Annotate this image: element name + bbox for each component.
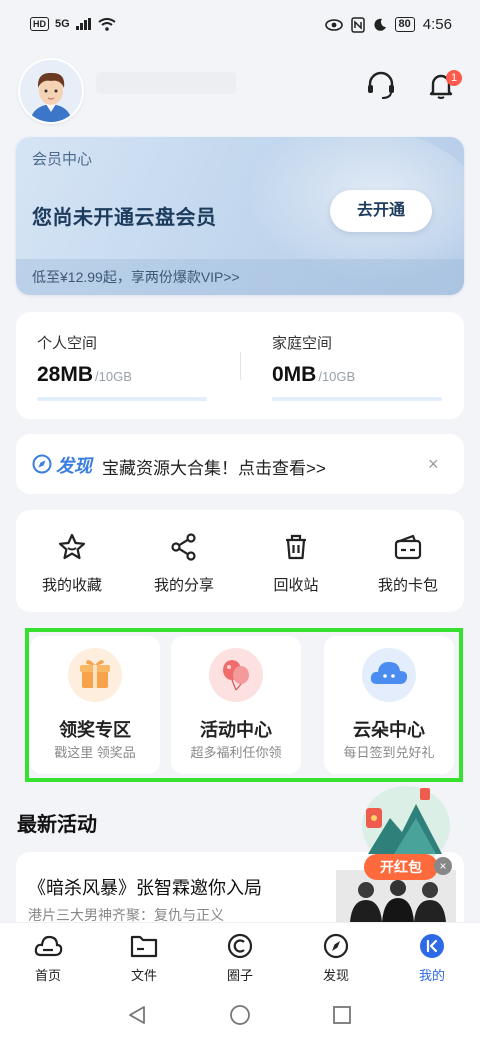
- open-red-packet-button[interactable]: 开红包: [364, 854, 438, 880]
- promo-subtitle: 超多福利任你领: [190, 745, 282, 760]
- home-icon[interactable]: [229, 1004, 251, 1026]
- member-center-tag: 会员中心: [32, 151, 93, 168]
- tab-label: 圈子: [226, 968, 253, 983]
- promo-subtitle: 每日签到兑好礼: [343, 745, 435, 760]
- promo-subtitle: 戳这里 领奖品: [54, 745, 136, 760]
- discover-banner[interactable]: 发现 宝藏资源大合集！点击查看>> ×: [16, 434, 464, 494]
- landscape-illustration-icon: [362, 786, 450, 866]
- tab-label: 我的: [418, 968, 445, 983]
- red-packet-close-button[interactable]: ×: [434, 857, 452, 875]
- tab-home[interactable]: 首页: [18, 933, 78, 984]
- bottom-tab-bar: 首页 文件 圈子 发现 我的: [0, 922, 480, 995]
- family-progress-bar: [272, 397, 442, 401]
- personal-used: 28MB: [37, 363, 94, 386]
- family-total: /10GB: [318, 369, 356, 384]
- tool-favorites[interactable]: 我的收藏: [16, 532, 128, 595]
- family-used: 0MB: [272, 363, 317, 386]
- tab-label: 文件: [130, 968, 157, 983]
- tool-label: 回收站: [273, 577, 319, 594]
- cloud-home-icon: [34, 935, 63, 957]
- eye-icon: [324, 18, 343, 31]
- nfc-icon: [350, 16, 365, 33]
- news-title[interactable]: 《暗杀风暴》张智霖邀你入局: [28, 874, 262, 900]
- signal-icon: [75, 18, 91, 30]
- discover-label: 发现: [56, 456, 92, 476]
- tab-label: 首页: [34, 968, 61, 983]
- tab-discover[interactable]: 发现: [306, 933, 366, 984]
- personal-total: /10GB: [95, 369, 132, 384]
- discover-close-button[interactable]: ×: [428, 454, 439, 475]
- avatar[interactable]: [18, 58, 84, 124]
- battery-level: 80: [394, 17, 415, 32]
- tools-card: 我的收藏 我的分享 回收站 我的卡包: [16, 510, 464, 612]
- circle-icon: [227, 933, 253, 959]
- card-wallet-icon: [394, 534, 422, 560]
- promo-title: 云朵中心: [353, 720, 425, 740]
- star-icon: [58, 533, 86, 560]
- tab-files[interactable]: 文件: [114, 933, 174, 984]
- open-membership-button[interactable]: 去开通: [330, 190, 432, 232]
- tab-label: 发现: [322, 968, 349, 983]
- storage-divider: [240, 352, 241, 380]
- cloud-icon: [362, 648, 416, 702]
- status-right: 80 4:56: [324, 16, 452, 33]
- status-bar: HD 5G 80 4:56: [0, 0, 480, 52]
- gift-box-icon: [68, 648, 122, 702]
- profile-icon: [420, 934, 444, 958]
- notification-badge: 1: [446, 70, 462, 86]
- tab-profile[interactable]: 我的: [402, 933, 462, 984]
- trash-icon: [286, 534, 306, 560]
- storage-card: 个人空间 28MB/10GB 家庭空间 0MB/10GB: [16, 312, 464, 419]
- discover-text[interactable]: 宝藏资源大合集！点击查看>>: [102, 454, 326, 479]
- tool-label: 我的卡包: [377, 577, 438, 594]
- member-promo-link[interactable]: 低至¥12.99起，享两份爆款VIP>>: [32, 267, 240, 287]
- moon-icon: [373, 18, 386, 31]
- member-status-title: 您尚未开通云盘会员: [32, 207, 217, 229]
- username-placeholder: [96, 72, 236, 94]
- system-nav-bar: [0, 994, 480, 1040]
- customer-service-button[interactable]: [364, 68, 398, 102]
- compass-icon: [32, 454, 52, 474]
- network-type: 5G: [55, 18, 70, 30]
- latest-activity-heading: 最新活动: [17, 814, 97, 836]
- promo-title: 领奖专区: [59, 720, 131, 740]
- balloon-icon: [209, 648, 263, 702]
- tool-recycle-bin[interactable]: 回收站: [240, 532, 352, 595]
- tool-shares[interactable]: 我的分享: [128, 532, 240, 595]
- share-icon: [171, 533, 196, 561]
- tool-label: 我的收藏: [41, 577, 102, 594]
- hd-indicator: HD: [30, 17, 49, 31]
- headset-icon: [368, 71, 394, 99]
- recents-icon[interactable]: [331, 1004, 353, 1026]
- back-icon[interactable]: [126, 1004, 148, 1026]
- compass-icon: [323, 933, 349, 959]
- tool-card-wallet[interactable]: 我的卡包: [352, 532, 464, 595]
- clock: 4:56: [422, 16, 452, 33]
- personal-space-usage[interactable]: 28MB/10GB: [37, 363, 132, 387]
- family-space-label: 家庭空间: [272, 335, 333, 352]
- folder-icon: [130, 935, 158, 958]
- member-card[interactable]: 会员中心 您尚未开通云盘会员 去开通 低至¥12.99起，享两份爆款VIP>>: [16, 137, 464, 295]
- promo-activity-center[interactable]: 活动中心 超多福利任你领: [171, 636, 301, 774]
- tool-label: 我的分享: [153, 577, 214, 594]
- personal-progress-bar: [37, 397, 207, 401]
- promo-title: 活动中心: [200, 720, 272, 740]
- promo-rewards[interactable]: 领奖专区 戳这里 领奖品: [30, 636, 160, 774]
- family-space-usage[interactable]: 0MB/10GB: [272, 363, 355, 387]
- avatar-icon: [20, 60, 82, 122]
- tab-circles[interactable]: 圈子: [210, 933, 270, 984]
- personal-space-label: 个人空间: [37, 335, 98, 352]
- status-left: HD 5G: [30, 17, 116, 31]
- wifi-icon: [98, 17, 116, 31]
- promo-cloud-center[interactable]: 云朵中心 每日签到兑好礼: [324, 636, 454, 774]
